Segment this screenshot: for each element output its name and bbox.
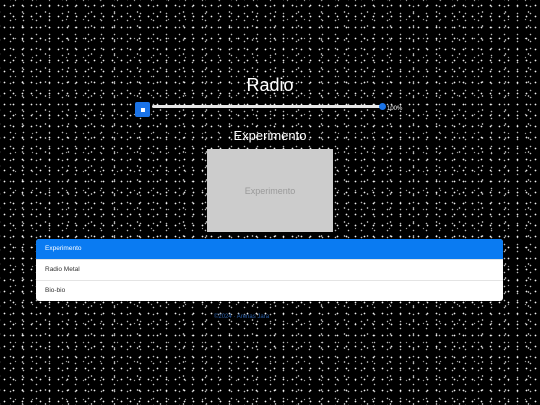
now-playing-title: Experimento (233, 128, 307, 143)
volume-slider-handle[interactable] (379, 103, 386, 110)
station-artwork: Experimento (207, 149, 333, 232)
station-list: Experimento Radio Metal Bio-bio (36, 239, 503, 301)
station-item-radio-metal[interactable]: Radio Metal (36, 260, 503, 281)
station-item-experimento[interactable]: Experimento (36, 239, 503, 260)
stop-icon (140, 107, 145, 112)
page-title: Radio (246, 75, 294, 95)
volume-percent: 100% (387, 106, 403, 112)
footer-credit[interactable]: ©2024 · Arenas Jara (0, 314, 483, 320)
station-item-bio-bio[interactable]: Bio-bio (36, 281, 503, 301)
stop-button[interactable] (135, 102, 150, 117)
volume-slider[interactable] (152, 105, 382, 108)
